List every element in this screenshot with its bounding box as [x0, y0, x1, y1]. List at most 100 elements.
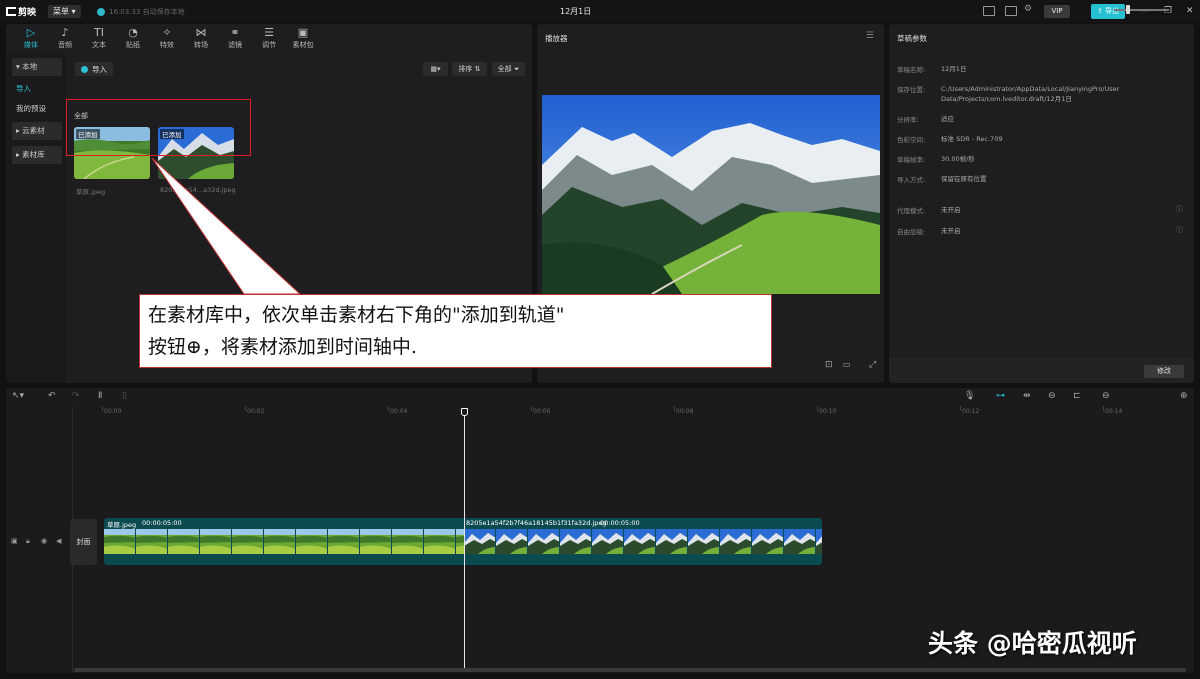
delete-icon[interactable]: ▯	[122, 391, 127, 401]
watermark: 头条 @哈密瓜视听	[928, 629, 1137, 658]
settings-icon[interactable]: ⚙	[1024, 4, 1036, 14]
ruler-tick	[674, 406, 675, 411]
upload-icon: ⇪	[1096, 7, 1103, 15]
media-name: 草原.jpeg	[76, 188, 106, 196]
ruler-tick	[245, 406, 246, 411]
import-label: 导入	[92, 64, 107, 74]
split-icon[interactable]: Ⅱ	[98, 391, 102, 401]
info-icon[interactable]: ⓘ	[1176, 204, 1183, 214]
nav-local[interactable]: ▾ 本地	[12, 58, 62, 76]
clip-grassland[interactable]: 草原.jpeg 00:00:05:00	[104, 518, 464, 565]
text-icon: TI	[94, 25, 104, 39]
nav-import[interactable]: 导入	[12, 80, 62, 98]
undo-icon[interactable]: ↶	[48, 391, 56, 401]
ruler-tick	[388, 406, 389, 411]
param-key: 导入方式:	[897, 176, 926, 184]
tab-transition[interactable]: ⋈ 转场	[184, 24, 218, 52]
top-bar: 剪映 菜单 ▾ 16:03:33 自动保存本地 12月1日 ⚙ VIP ⇪ 导出…	[0, 0, 1200, 22]
select-tool-icon[interactable]: ↖▾	[12, 391, 24, 401]
vip-badge[interactable]: VIP	[1044, 5, 1070, 18]
ruler-label: 00:12	[962, 408, 980, 415]
check-icon	[97, 8, 105, 16]
annotation-highlight-box	[66, 99, 251, 156]
zoom-slider[interactable]	[1114, 9, 1169, 11]
timeline-toolbar: ↖▾ ↶ ↷ Ⅱ ▯ 🎙 ⊶ ⇹ ⊖ ⊏ ⊖ ⊕	[6, 388, 1194, 406]
nav-my-presets[interactable]: 我的预设	[12, 100, 62, 118]
layout-icon[interactable]	[1005, 6, 1017, 16]
fullscreen-icon[interactable]: ⤢	[869, 360, 876, 370]
callout-line-1: 在素材库中，依次单击素材右下角的"添加到轨道"	[148, 304, 565, 326]
video-track: 草原.jpeg 00:00:05:00 8205e1a54f2b7f46a181…	[104, 518, 822, 565]
clip-duration: 00:00:05:00	[142, 519, 182, 527]
filter-icon: ⏷	[513, 65, 520, 73]
nav-cloud[interactable]: ▸ 云素材	[12, 122, 62, 140]
menu-label: 菜单	[53, 7, 69, 16]
import-button[interactable]: 导入	[75, 62, 113, 76]
cover-button[interactable]: 封面	[70, 519, 97, 565]
audio-mute-icon[interactable]: ◀	[56, 537, 61, 545]
snap-icon[interactable]: ⇹	[1023, 391, 1031, 401]
param-key: 自由层级:	[897, 228, 926, 236]
ruler-tick	[817, 406, 818, 411]
close-icon[interactable]: ✕	[1186, 6, 1194, 16]
time-ruler[interactable]: 00:00 00:02 00:04 00:06 00:08 00:10 00:12 00:14	[6, 406, 1194, 418]
app-name: 剪映	[18, 8, 37, 18]
ruler-tick	[960, 406, 961, 411]
linkage-icon[interactable]: ⊖	[1048, 391, 1056, 401]
preview-axis-icon[interactable]: ⊏	[1073, 391, 1081, 401]
tab-label: 特效	[160, 40, 174, 49]
ruler-tick	[531, 406, 532, 411]
filter-icon: ⚭	[230, 25, 240, 39]
ratio-icon[interactable]: ▭	[843, 360, 851, 369]
nav-local-label: 本地	[22, 62, 38, 71]
nav-cloud-label: 云素材	[22, 126, 45, 135]
material-pack-icon: ▣	[297, 25, 309, 39]
zoom-slider-handle[interactable]	[1126, 5, 1130, 14]
focus-icon[interactable]: ⊡	[825, 360, 833, 370]
track-toggle-icon[interactable]: ▣	[11, 537, 18, 545]
info-icon[interactable]: ⓘ	[1176, 225, 1183, 235]
tab-media[interactable]: ▷ 媒体	[14, 24, 48, 52]
microphone-icon[interactable]: 🎙	[964, 391, 975, 401]
export-button[interactable]: ⇪ 导出	[1091, 4, 1125, 19]
ruler-label: 00:08	[676, 408, 694, 415]
playhead[interactable]	[464, 409, 465, 668]
save-status: 16:03:33 自动保存本地	[97, 7, 185, 17]
tab-label: 素材包	[292, 40, 314, 49]
annotation-callout: 在素材库中，依次单击素材右下角的"添加到轨道" 按钮⊕，将素材添加到时间轴中.	[139, 294, 772, 368]
sort-button[interactable]: 排序 ⇅	[452, 62, 487, 76]
param-value: 12月1日	[941, 65, 967, 73]
minimize-icon[interactable]: —	[1141, 6, 1150, 16]
clip-duration: 00:00:05:00	[600, 519, 640, 527]
tab-filter[interactable]: ⚭ 滤镜	[218, 24, 252, 52]
clip-name: 草原.jpeg	[107, 521, 137, 529]
menu-icon[interactable]: ☰	[866, 31, 874, 41]
playhead-handle[interactable]	[461, 408, 468, 416]
tab-text[interactable]: TI 文本	[82, 24, 116, 52]
maximize-icon[interactable]: ❐	[1164, 6, 1172, 16]
lock-icon[interactable]: 🔒︎	[26, 537, 30, 546]
tab-adjust[interactable]: ☰ 调节	[252, 24, 286, 52]
keyboard-icon[interactable]	[983, 6, 995, 16]
modify-button[interactable]: 修改	[1144, 365, 1184, 378]
tab-sticker[interactable]: ◔ 贴纸	[116, 24, 150, 52]
param-value: C:/Users/Administrator/AppData/Local/Jia…	[941, 85, 1120, 103]
tab-label: 文本	[92, 40, 106, 49]
menu-button[interactable]: 菜单 ▾	[48, 5, 81, 18]
horizontal-scrollbar[interactable]	[74, 668, 1186, 672]
param-key: 保存位置:	[897, 86, 926, 94]
tab-audio[interactable]: ♪ 音频	[48, 24, 82, 52]
zoom-out-icon[interactable]: ⊖	[1102, 391, 1110, 401]
tab-material-pack[interactable]: ▣ 素材包	[286, 24, 320, 52]
eye-icon[interactable]: ◉	[41, 537, 47, 545]
nav-library[interactable]: ▸ 素材库	[12, 146, 62, 164]
filter-button[interactable]: 全部 ⏷	[492, 62, 525, 76]
view-toggle[interactable]: ▦▾	[423, 62, 448, 76]
redo-icon[interactable]: ↷	[72, 391, 80, 401]
tab-effects[interactable]: ✧ 特效	[150, 24, 184, 52]
clip-mountain[interactable]: 8205e1a54f2b7f46a18145b1f31fa32d.jpeg 00…	[464, 518, 822, 565]
zoom-in-icon[interactable]: ⊕	[1180, 391, 1188, 401]
save-status-text: 16:03:33 自动保存本地	[109, 8, 185, 16]
link-icon[interactable]: ⊶	[996, 391, 1005, 401]
player-title: 播放器	[545, 34, 568, 43]
